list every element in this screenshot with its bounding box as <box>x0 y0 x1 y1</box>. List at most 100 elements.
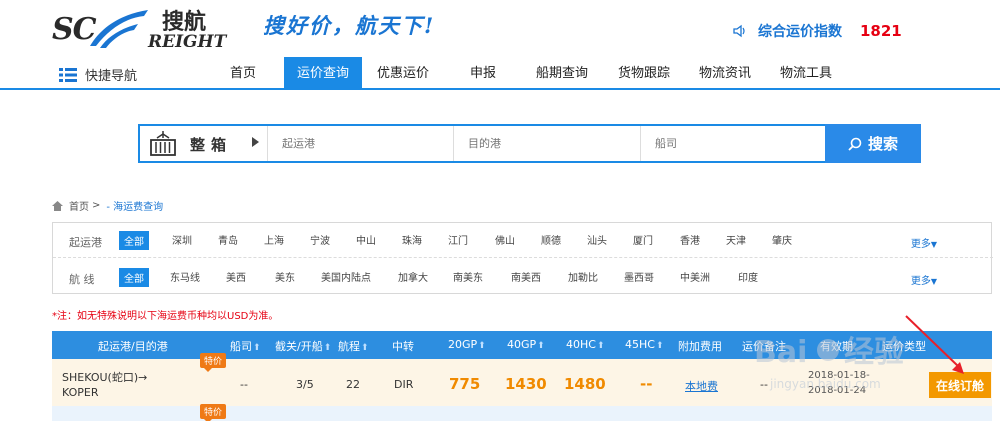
sort-icon: ⬆ <box>323 343 332 353</box>
nav-item-schedule[interactable]: 船期查询 <box>530 57 594 90</box>
origin-chip[interactable]: 江门 <box>448 232 468 247</box>
dest-port-input[interactable] <box>454 126 640 161</box>
sort-icon: ⬆ <box>596 341 605 351</box>
col-route: 起运港/目的港 <box>98 340 168 353</box>
col-cutoff[interactable]: 截关/开船⬆ <box>275 338 331 354</box>
route-chip[interactable]: 加勒比 <box>568 269 598 284</box>
caret-down-icon: ▼ <box>930 240 937 249</box>
route-chip[interactable]: 南美东 <box>453 269 483 284</box>
breadcrumb-home[interactable]: 首页 <box>69 198 89 213</box>
carrier-input[interactable] <box>641 126 827 161</box>
logo-sub-text: REIGHT <box>148 32 227 52</box>
origin-chip[interactable]: 中山 <box>356 232 376 247</box>
route-chip[interactable]: 中美洲 <box>680 269 710 284</box>
col-rate-type: 运价类型 <box>882 340 926 353</box>
col-carrier-label: 船司 <box>230 340 252 353</box>
site-logo[interactable]: SC 搜航 REIGHT <box>52 4 227 52</box>
route-chip[interactable]: 美西 <box>226 269 246 284</box>
origin-chip[interactable]: 顺德 <box>541 232 561 247</box>
nav-item-home[interactable]: 首页 <box>218 57 268 90</box>
via-value: DIR <box>394 378 414 391</box>
route-more-link[interactable]: 更多▼ <box>911 272 937 287</box>
dest-port-field[interactable] <box>454 126 641 161</box>
valid-from: 2018-01-18- <box>808 370 870 381</box>
nav-item-tools[interactable]: 物流工具 <box>774 57 838 90</box>
col-40gp-label: 40GP <box>507 338 537 351</box>
origin-chip-all[interactable]: 全部 <box>119 231 149 250</box>
special-price-badge: 特价 <box>200 404 227 421</box>
nav-item-declaration[interactable]: 申报 <box>460 57 506 90</box>
search-button[interactable]: 搜索 <box>825 124 921 163</box>
col-validity: 有效期 <box>820 340 853 353</box>
freight-index-label: 综合运价指数 <box>758 24 842 40</box>
route-chip[interactable]: 南美西 <box>511 269 541 284</box>
origin-more-link[interactable]: 更多▼ <box>911 235 937 250</box>
price-40gp: 1430 <box>505 375 547 393</box>
col-40hc[interactable]: 40HC⬆ <box>566 338 605 351</box>
local-fee-link[interactable]: 本地费 <box>685 378 718 394</box>
breadcrumb: 首页 > - 海运费查询 <box>52 198 163 213</box>
origin-chip[interactable]: 佛山 <box>495 232 515 247</box>
route-chip[interactable]: 加拿大 <box>398 269 428 284</box>
container-type-selector[interactable]: 整箱 <box>140 126 268 161</box>
col-carrier[interactable]: 船司⬆ <box>230 338 261 354</box>
origin-chip[interactable]: 天津 <box>726 232 746 247</box>
logo-swoosh-icon <box>90 10 148 48</box>
origin-filter-title: 起运港 <box>69 236 102 249</box>
price-20gp: 775 <box>449 375 481 393</box>
site-header: SC 搜航 REIGHT 搜好价，航天下! 综合运价指数 1821 <box>0 0 1000 56</box>
route-from: SHEKOU(蛇口)→ <box>62 371 148 384</box>
route-chip[interactable]: 墨西哥 <box>624 269 654 284</box>
route-chip[interactable]: 美国内陆点 <box>321 269 371 284</box>
nav-item-news[interactable]: 物流资讯 <box>693 57 757 90</box>
origin-chip[interactable]: 珠海 <box>402 232 422 247</box>
route-to: KOPER <box>62 386 99 399</box>
transit-value: 22 <box>346 378 360 391</box>
col-45hc[interactable]: 45HC⬆ <box>625 338 664 351</box>
filter-panel: 起运港 全部 深圳 青岛 上海 宁波 中山 珠海 江门 佛山 顺德 汕头 厦门 … <box>52 222 993 295</box>
book-online-button[interactable]: 在线订舱 <box>929 372 991 398</box>
quick-nav-button[interactable]: 快捷导航 <box>59 65 137 84</box>
caret-right-icon <box>252 137 259 147</box>
speaker-icon <box>733 24 745 38</box>
caret-down-icon: ▼ <box>930 277 937 286</box>
origin-chip[interactable]: 深圳 <box>172 232 192 247</box>
route-chip[interactable]: 美东 <box>275 269 295 284</box>
origin-chip[interactable]: 厦门 <box>633 232 653 247</box>
valid-to: 2018-01-24 <box>808 385 867 396</box>
origin-chip[interactable]: 汕头 <box>587 232 607 247</box>
origin-port-field[interactable] <box>268 126 454 161</box>
sort-icon: ⬆ <box>253 343 261 353</box>
col-remark: 运价备注 <box>742 340 786 353</box>
table-row: 特价 <box>52 404 992 421</box>
origin-chip[interactable]: 肇庆 <box>772 232 792 247</box>
carrier-field[interactable] <box>641 126 827 161</box>
nav-item-discount-rates[interactable]: 优惠运价 <box>371 57 435 90</box>
route-more-label: 更多 <box>910 276 931 287</box>
freight-index-value: 1821 <box>860 22 902 40</box>
nav-item-rate-query[interactable]: 运价查询 <box>284 57 362 90</box>
price-40hc: 1480 <box>564 375 606 393</box>
cutoff-value: 3/5 <box>296 378 314 391</box>
route-chip-all[interactable]: 全部 <box>119 268 149 287</box>
col-transit[interactable]: 航程⬆ <box>338 338 369 354</box>
rates-table-header: 起运港/目的港 船司⬆ 截关/开船⬆ 航程⬆ 中转 20GP⬆ 40GP⬆ 40… <box>52 331 992 359</box>
origin-chip[interactable]: 香港 <box>680 232 700 247</box>
col-20gp[interactable]: 20GP⬆ <box>448 338 486 351</box>
search-button-label: 搜索 <box>867 135 898 153</box>
col-40gp[interactable]: 40GP⬆ <box>507 338 545 351</box>
site-slogan: 搜好价，航天下! <box>263 13 436 38</box>
nav-item-tracking[interactable]: 货物跟踪 <box>612 57 676 90</box>
origin-chip[interactable]: 青岛 <box>218 232 238 247</box>
origin-chip[interactable]: 上海 <box>264 232 284 247</box>
origin-chip[interactable]: 宁波 <box>310 232 330 247</box>
origin-port-input[interactable] <box>268 126 453 161</box>
origin-more-label: 更多 <box>910 239 931 250</box>
route-filter-row: 航 线 全部 东马线 美西 美东 美国内陆点 加拿大 南美东 南美西 加勒比 墨… <box>53 260 993 295</box>
route-chip[interactable]: 印度 <box>738 269 758 284</box>
col-40hc-label: 40HC <box>566 338 596 351</box>
freight-index-link[interactable]: 综合运价指数 1821 <box>732 21 902 41</box>
quick-nav-label: 快捷导航 <box>85 69 138 84</box>
route-chip[interactable]: 东马线 <box>170 269 200 284</box>
route-filter-title: 航 线 <box>69 273 95 286</box>
